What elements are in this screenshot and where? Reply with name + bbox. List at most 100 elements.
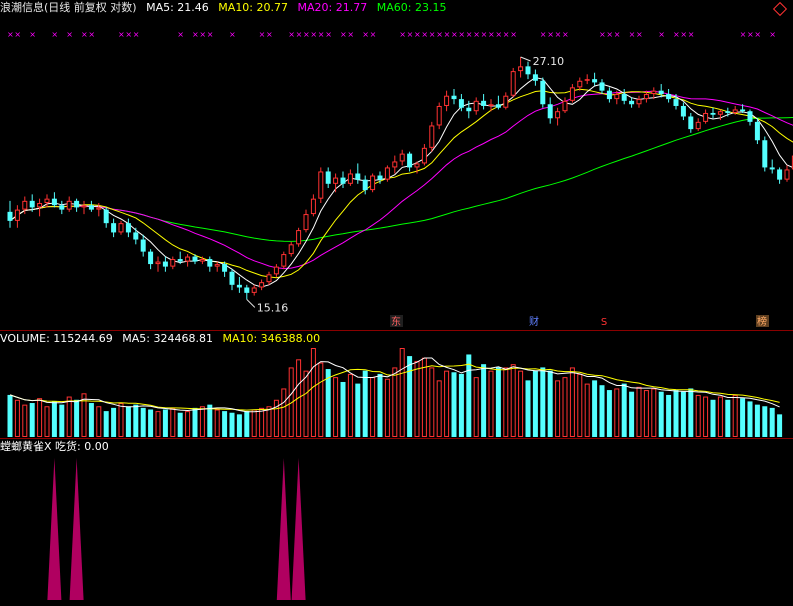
volume-bar	[525, 380, 531, 437]
candle-body	[407, 153, 413, 168]
signal-marker: ×	[473, 30, 480, 39]
volume-bar	[481, 364, 487, 437]
signal-marker: ×	[451, 30, 458, 39]
volume-bar	[666, 394, 672, 437]
high-pointer	[520, 56, 531, 62]
signal-marker: ×	[88, 30, 95, 39]
candle-body	[680, 105, 686, 117]
event-marker: S	[601, 317, 607, 328]
volume-bar	[473, 377, 479, 437]
volume-bar	[74, 399, 80, 437]
candle-body	[488, 104, 494, 106]
signal-marker: ×	[658, 30, 665, 39]
volume-bar	[51, 401, 57, 437]
indicator-legend: 螳螂黄雀X 吃货: 0.00	[0, 440, 109, 453]
price-panel-header: 浪潮信息(日线 前复权 对数) MA5: 21.46 MA10: 20.77 M…	[0, 0, 452, 16]
signal-marker: ×	[680, 30, 687, 39]
volume-bar	[651, 388, 657, 438]
signal-marker: ×	[599, 30, 606, 39]
candle-body	[636, 99, 642, 105]
candle-body	[273, 266, 279, 275]
volume-bar	[495, 367, 501, 437]
volume-bar	[347, 373, 353, 437]
candle-body	[148, 251, 154, 265]
candle-body	[251, 287, 257, 293]
volume-bar	[103, 411, 109, 437]
candle-body	[266, 274, 272, 283]
volume-bar	[236, 414, 242, 437]
candle-body	[584, 79, 590, 81]
volume-bar	[185, 411, 191, 438]
signal-spike	[69, 458, 84, 600]
candle-body	[229, 271, 235, 285]
volume-ma10-legend: MA10: 346388.00	[222, 332, 321, 345]
volume-bar	[451, 372, 457, 437]
candle-body	[281, 254, 287, 267]
candle-body	[37, 203, 43, 208]
volume-bar	[59, 404, 65, 437]
volume-bar	[399, 348, 405, 437]
signal-marker: ×	[421, 30, 428, 39]
candle-body	[466, 107, 472, 112]
candle-body	[784, 169, 790, 180]
candle-body	[162, 261, 168, 267]
signal-marker: ×	[488, 30, 495, 39]
volume-bar	[244, 411, 250, 437]
signal-marker: ×	[407, 30, 414, 39]
volume-bar	[629, 391, 635, 437]
volume-bar	[414, 360, 420, 438]
candle-body	[236, 284, 242, 288]
volume-bar	[421, 357, 427, 437]
volume-bar	[251, 409, 257, 437]
candle-body	[421, 147, 427, 164]
volume-bar	[599, 385, 605, 437]
candle-body	[214, 264, 220, 267]
volume-bar	[214, 409, 220, 437]
candle-body	[577, 80, 583, 88]
candle-body	[614, 94, 620, 100]
volume-bar	[333, 377, 339, 437]
signal-marker: ×	[547, 30, 554, 39]
signal-spike	[291, 458, 306, 600]
signal-marker: ×	[7, 30, 14, 39]
volume-bar	[207, 404, 213, 437]
volume-bar	[310, 348, 316, 437]
candle-body	[740, 109, 746, 112]
signal-marker: ×	[562, 30, 569, 39]
volume-bar	[29, 403, 35, 437]
signal-marker: ×	[429, 30, 436, 39]
volume-bar	[362, 370, 368, 437]
candle-body	[333, 177, 339, 184]
volume-bar	[458, 373, 464, 437]
volume-bar	[384, 378, 390, 437]
signal-marker: ×	[503, 30, 510, 39]
signal-marker: ×	[754, 30, 761, 39]
candle-body	[185, 256, 191, 262]
candle-body	[525, 66, 531, 75]
candle-body	[569, 87, 575, 101]
volume-ma5-legend: MA5: 324468.81	[122, 332, 213, 345]
volume-bar	[392, 367, 398, 437]
signal-marker: ×	[769, 30, 776, 39]
candle-body	[384, 167, 390, 180]
volume-bar	[140, 407, 146, 437]
candle-body	[29, 200, 35, 208]
candle-body	[177, 259, 183, 262]
candle-body	[192, 256, 198, 262]
signal-marker: ×	[177, 30, 184, 39]
signal-marker: ×	[399, 30, 406, 39]
price-panel-title: 浪潮信息(日线 前复权 对数)	[0, 1, 137, 14]
volume-bar	[370, 377, 376, 437]
signal-marker: ×	[414, 30, 421, 39]
candle-body	[458, 99, 464, 108]
candle-body	[717, 111, 723, 115]
volume-bar	[680, 391, 686, 437]
candle-body	[540, 80, 546, 105]
candle-body	[288, 244, 294, 255]
candle-body	[44, 198, 50, 204]
signal-marker: ×	[347, 30, 354, 39]
candle-body	[606, 90, 612, 100]
candle-body	[562, 100, 568, 112]
candle-body	[629, 100, 635, 105]
candle-body	[703, 112, 709, 122]
